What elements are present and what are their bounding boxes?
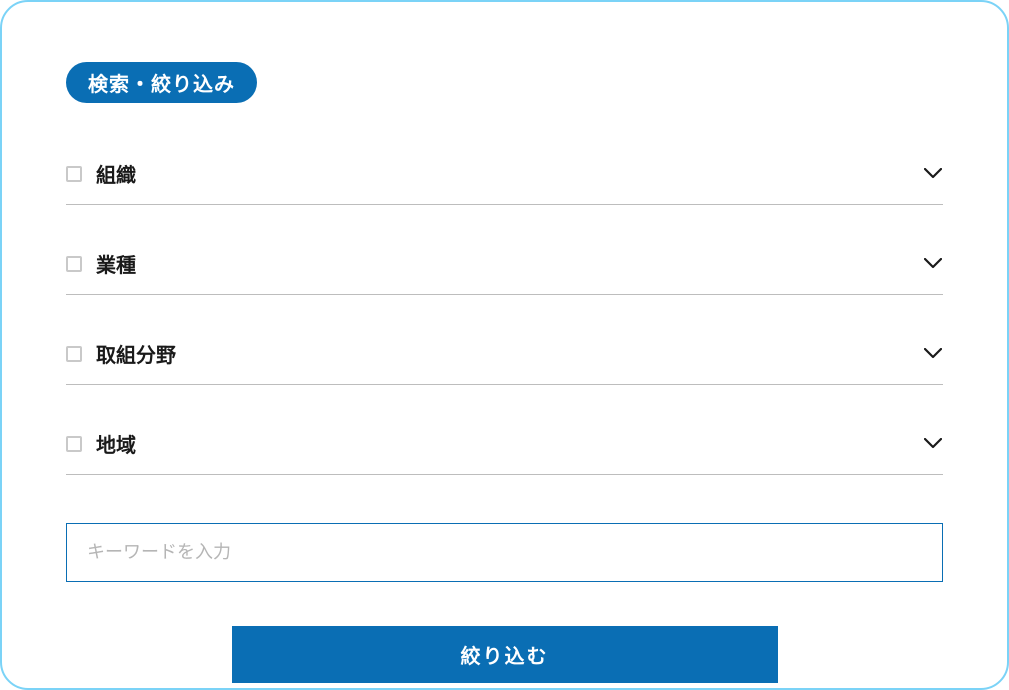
filter-row-initiative-field[interactable]: 取組分野 <box>66 323 943 385</box>
chevron-down-icon <box>923 434 943 454</box>
checkbox-icon[interactable] <box>66 166 82 182</box>
chevron-down-icon <box>923 164 943 184</box>
chevron-down-icon <box>923 344 943 364</box>
filter-left: 地域 <box>66 429 136 458</box>
keyword-input[interactable] <box>66 523 943 582</box>
search-filter-panel: 検索・絞り込み 組織 業種 取組分野 地域 <box>0 0 1009 690</box>
filter-row-region[interactable]: 地域 <box>66 413 943 475</box>
filter-label: 業種 <box>96 249 136 278</box>
filter-left: 組織 <box>66 159 136 188</box>
chevron-down-icon <box>923 254 943 274</box>
filter-label: 地域 <box>96 429 136 458</box>
filter-row-industry[interactable]: 業種 <box>66 233 943 295</box>
filter-label: 取組分野 <box>96 339 176 368</box>
filter-submit-button[interactable]: 絞り込む <box>232 626 778 683</box>
panel-title-badge: 検索・絞り込み <box>66 62 257 103</box>
filter-left: 取組分野 <box>66 339 176 368</box>
checkbox-icon[interactable] <box>66 436 82 452</box>
checkbox-icon[interactable] <box>66 346 82 362</box>
filter-row-organization[interactable]: 組織 <box>66 143 943 205</box>
filter-left: 業種 <box>66 249 136 278</box>
checkbox-icon[interactable] <box>66 256 82 272</box>
submit-row: 絞り込む <box>66 626 943 683</box>
filter-label: 組織 <box>96 159 136 188</box>
